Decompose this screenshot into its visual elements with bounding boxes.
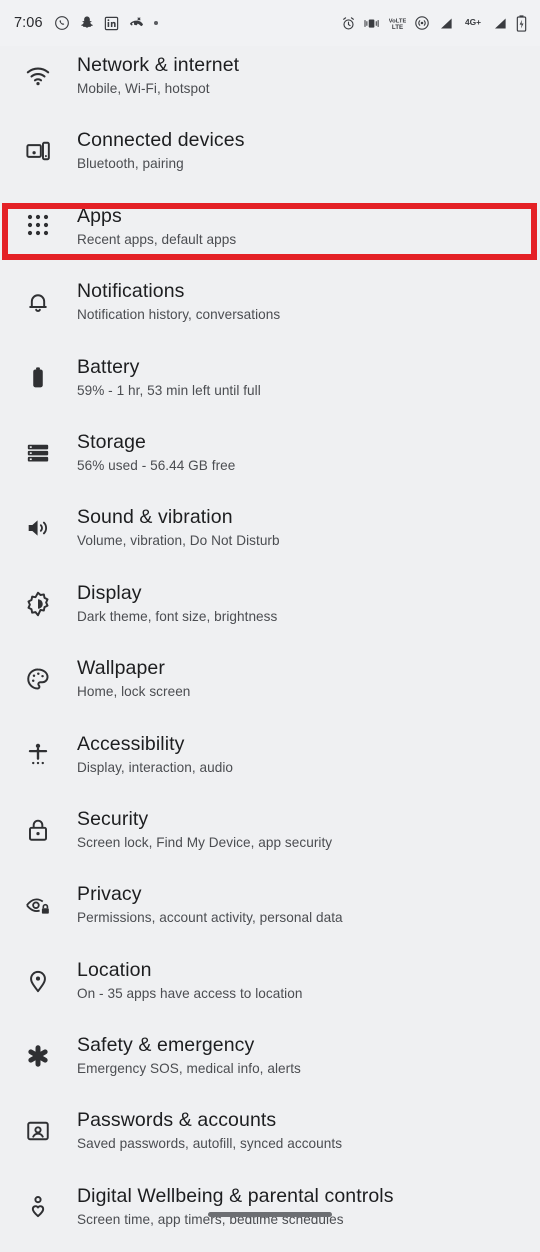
settings-row-subtitle: Screen lock, Find My Device, app securit… xyxy=(77,834,333,850)
signal-sim2-icon xyxy=(492,16,508,31)
settings-row-subtitle: Mobile, Wi-Fi, hotspot xyxy=(77,81,210,96)
snapchat-icon xyxy=(79,15,95,31)
settings-row-subtitle: Display, interaction, audio xyxy=(77,759,233,775)
settings-row-notifications[interactable]: Notifications Notification history, conv… xyxy=(0,272,540,347)
settings-row-location[interactable]: Location On - 35 apps have access to loc… xyxy=(0,951,540,1026)
signal-sim1-icon xyxy=(438,16,454,31)
settings-row-text: Storage 56% used - 56.44 GB free xyxy=(60,423,235,475)
settings-row-safety-emergency[interactable]: Safety & emergency Emergency SOS, medica… xyxy=(0,1026,540,1101)
settings-row-title: Location xyxy=(77,958,152,981)
settings-row-text: Battery 59% - 1 hr, 53 min left until fu… xyxy=(60,348,261,400)
account-card-icon xyxy=(16,1118,60,1144)
bell-icon xyxy=(16,289,60,315)
settings-row-text: Connected devices Bluetooth, pairing xyxy=(60,121,245,173)
settings-row-title: Storage xyxy=(77,430,146,453)
settings-row-title: Safety & emergency xyxy=(77,1034,255,1057)
settings-row-apps[interactable]: Apps Recent apps, default apps xyxy=(0,197,540,272)
settings-row-title: Security xyxy=(77,807,149,830)
wellbeing-icon xyxy=(16,1194,60,1220)
settings-row-title: Notifications xyxy=(77,280,185,303)
status-bar-clock: 7:06 xyxy=(14,15,43,31)
settings-row-subtitle: Bluetooth, pairing xyxy=(77,156,184,172)
missed-call-icon xyxy=(128,15,145,32)
settings-row-text: Privacy Permissions, account activity, p… xyxy=(60,875,343,927)
settings-row-network-internet[interactable]: Network & internet Mobile, Wi-Fi, hotspo… xyxy=(0,46,540,121)
linkedin-icon xyxy=(104,16,119,31)
svg-text:LTE: LTE xyxy=(392,24,403,31)
settings-row-accessibility[interactable]: Accessibility Display, interaction, audi… xyxy=(0,725,540,800)
settings-row-title: Connected devices xyxy=(77,129,245,152)
settings-row-title: Accessibility xyxy=(77,732,185,755)
settings-row-battery[interactable]: Battery 59% - 1 hr, 53 min left until fu… xyxy=(0,348,540,423)
status-bar-right: VoLTE LTE 4G+ xyxy=(341,14,527,32)
settings-row-title: Network & internet xyxy=(77,54,240,76)
settings-row-subtitle: Home, lock screen xyxy=(77,684,191,700)
settings-row-title: Passwords & accounts xyxy=(77,1109,277,1132)
settings-row-connected-devices[interactable]: Connected devices Bluetooth, pairing xyxy=(0,121,540,196)
svg-text:4G+: 4G+ xyxy=(465,17,481,27)
settings-row-text: Security Screen lock, Find My Device, ap… xyxy=(60,800,332,852)
settings-list: Network & internet Mobile, Wi-Fi, hotspo… xyxy=(0,46,540,1252)
settings-row-privacy[interactable]: Privacy Permissions, account activity, p… xyxy=(0,875,540,950)
wifi-icon xyxy=(16,63,60,89)
settings-row-text: Safety & emergency Emergency SOS, medica… xyxy=(60,1026,301,1078)
settings-row-title: Apps xyxy=(77,204,122,227)
location-pin-icon xyxy=(16,968,60,994)
settings-row-text: Accessibility Display, interaction, audi… xyxy=(60,725,233,777)
settings-row-title: Privacy xyxy=(77,883,142,906)
settings-row-text: Passwords & accounts Saved passwords, au… xyxy=(60,1101,342,1153)
settings-row-subtitle: Recent apps, default apps xyxy=(77,231,237,247)
sound-icon xyxy=(16,515,60,541)
settings-row-subtitle: Volume, vibration, Do Not Disturb xyxy=(77,533,280,549)
settings-row-display[interactable]: Display Dark theme, font size, brightnes… xyxy=(0,574,540,649)
settings-row-subtitle: Permissions, account activity, personal … xyxy=(77,910,343,926)
settings-row-title: Sound & vibration xyxy=(77,506,233,529)
settings-row-text: Display Dark theme, font size, brightnes… xyxy=(60,574,277,626)
settings-row-subtitle: Saved passwords, autofill, synced accoun… xyxy=(77,1136,343,1152)
lock-icon xyxy=(16,817,60,843)
gesture-navigation-bar[interactable] xyxy=(208,1212,332,1217)
settings-row-subtitle: Emergency SOS, medical info, alerts xyxy=(77,1061,301,1077)
brightness-icon xyxy=(16,591,60,617)
settings-row-subtitle: On - 35 apps have access to location xyxy=(77,985,303,1001)
status-bar: 7:06 VoLTE LTE 4G+ xyxy=(0,0,540,46)
settings-row-text: Network & internet Mobile, Wi-Fi, hotspo… xyxy=(60,46,239,98)
status-bar-left: 7:06 xyxy=(14,15,158,32)
star-of-life-icon xyxy=(16,1043,60,1069)
settings-row-wallpaper[interactable]: Wallpaper Home, lock screen xyxy=(0,649,540,724)
volte-icon: VoLTE LTE xyxy=(389,15,406,31)
eye-lock-icon xyxy=(16,892,60,918)
settings-row-text: Digital Wellbeing & parental controls Sc… xyxy=(60,1177,394,1229)
hotspot-icon xyxy=(414,15,430,31)
settings-row-security[interactable]: Security Screen lock, Find My Device, ap… xyxy=(0,800,540,875)
settings-row-storage[interactable]: Storage 56% used - 56.44 GB free xyxy=(0,423,540,498)
palette-icon xyxy=(16,666,60,692)
settings-row-title: Digital Wellbeing & parental controls xyxy=(77,1184,394,1207)
settings-row-passwords-accounts[interactable]: Passwords & accounts Saved passwords, au… xyxy=(0,1101,540,1176)
settings-row-text: Apps Recent apps, default apps xyxy=(60,197,236,249)
settings-row-title: Display xyxy=(77,581,142,604)
battery-icon xyxy=(16,365,60,391)
connected-devices-icon xyxy=(16,138,60,164)
settings-row-subtitle: 59% - 1 hr, 53 min left until full xyxy=(77,382,261,398)
storage-icon xyxy=(16,440,60,466)
settings-row-sound-vibration[interactable]: Sound & vibration Volume, vibration, Do … xyxy=(0,498,540,573)
apps-grid-icon xyxy=(16,214,60,236)
settings-row-text: Location On - 35 apps have access to loc… xyxy=(60,951,302,1003)
battery-charging-icon xyxy=(516,14,527,32)
accessibility-icon xyxy=(16,742,60,768)
alarm-icon xyxy=(341,16,356,31)
settings-row-subtitle: Notification history, conversations xyxy=(77,307,281,323)
settings-row-text: Wallpaper Home, lock screen xyxy=(60,649,190,701)
more-notifications-dot-icon xyxy=(153,21,158,25)
settings-row-title: Wallpaper xyxy=(77,657,165,680)
settings-row-text: Notifications Notification history, conv… xyxy=(60,272,280,324)
whatsapp-icon xyxy=(54,15,70,31)
vibrate-icon xyxy=(364,16,381,31)
network-type-icon: 4G+ xyxy=(462,16,484,30)
settings-row-subtitle: 56% used - 56.44 GB free xyxy=(77,457,236,473)
settings-row-title: Battery xyxy=(77,355,140,378)
settings-row-subtitle: Dark theme, font size, brightness xyxy=(77,608,278,624)
settings-row-text: Sound & vibration Volume, vibration, Do … xyxy=(60,498,280,550)
